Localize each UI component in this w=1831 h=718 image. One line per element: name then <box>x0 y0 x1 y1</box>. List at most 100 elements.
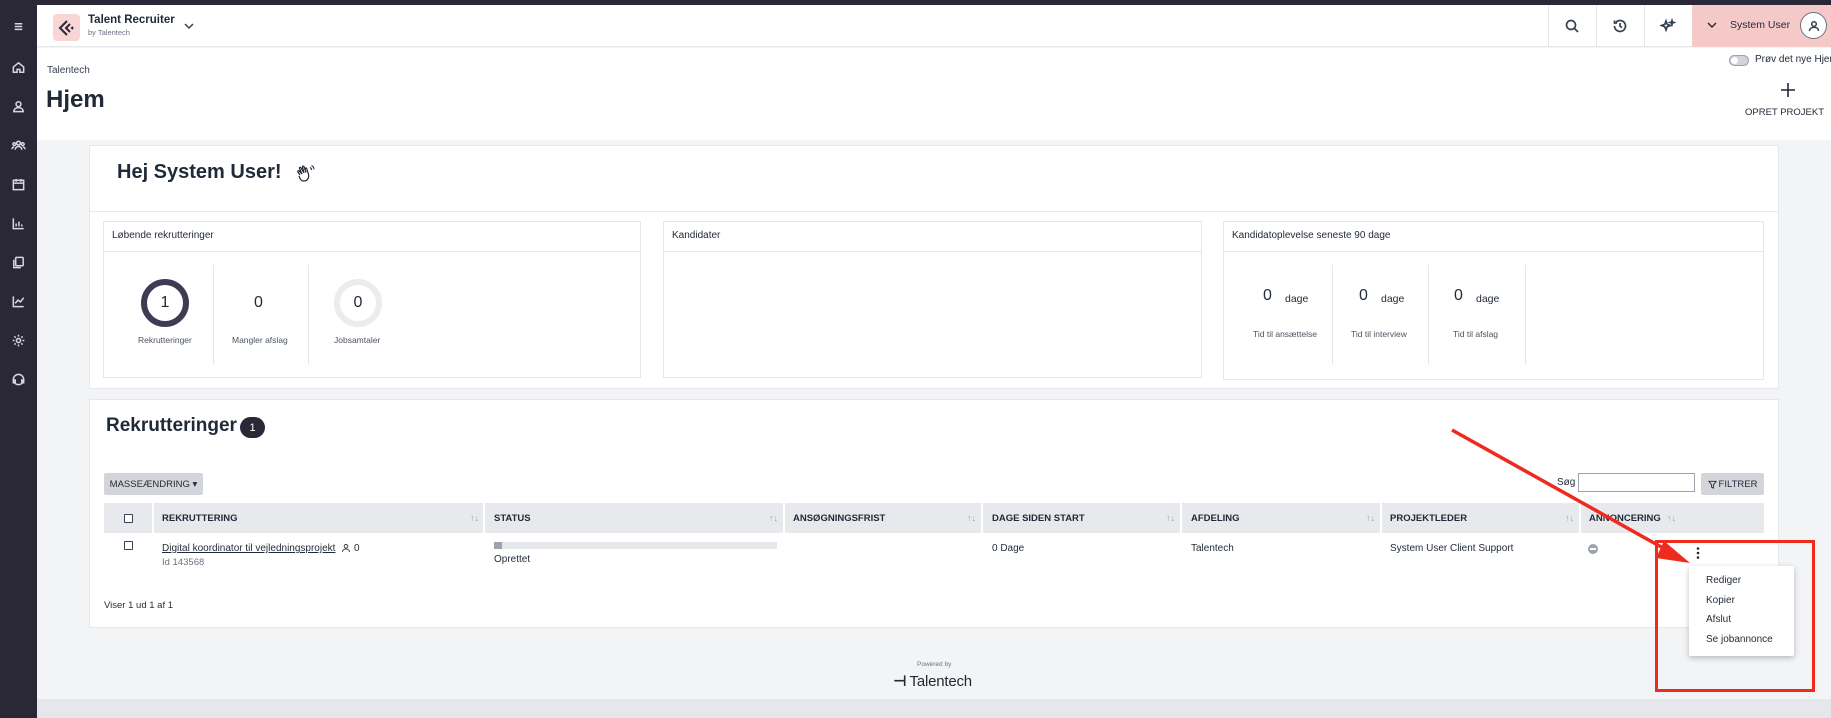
divider <box>1596 5 1597 47</box>
filter-label: FILTRER <box>1718 478 1758 490</box>
sidebar <box>0 5 37 718</box>
missing-rejection-label: Mangler afslag <box>232 335 288 345</box>
column-divider <box>1380 503 1382 533</box>
recruitments-label: Rekrutteringer <box>138 335 192 345</box>
settings-icon[interactable] <box>8 330 28 350</box>
annotation-highlight-box <box>1655 540 1815 692</box>
top-bar: Talent Recruiter by Talentech System Use… <box>37 5 1831 47</box>
divider <box>1332 265 1333 365</box>
app-name: Talent Recruiter <box>88 14 175 26</box>
divider <box>90 211 1778 212</box>
sparkle-icon[interactable] <box>1657 15 1679 37</box>
chart-icon[interactable] <box>8 213 28 233</box>
create-project-button[interactable]: OPRET PROJEKT <box>1745 107 1824 118</box>
new-home-toggle[interactable] <box>1729 55 1749 66</box>
filter-button[interactable]: FILTRER <box>1701 473 1764 495</box>
recruitment-id: Id 143568 <box>162 557 205 568</box>
greeting: Hej System User! <box>117 161 282 183</box>
divider <box>104 251 640 252</box>
sort-icon[interactable]: ↑↓ <box>470 513 479 523</box>
search-input[interactable] <box>1578 473 1695 492</box>
person-icon[interactable] <box>8 96 28 116</box>
powered-by-label: Powered by <box>917 661 952 668</box>
advertising-status-icon <box>1588 544 1598 554</box>
sort-icon[interactable]: ↑↓ <box>1166 513 1175 523</box>
panel-title: Kandidatoplevelse seneste 90 dage <box>1232 230 1391 241</box>
project-manager-cell: System User Client Support <box>1390 543 1514 554</box>
home-icon[interactable] <box>8 57 28 77</box>
chevron-down-icon <box>1707 22 1717 28</box>
divider <box>1548 5 1549 47</box>
divider <box>1525 265 1526 365</box>
group-icon[interactable] <box>8 135 28 155</box>
recruitments-ring[interactable]: 1 <box>141 279 189 327</box>
sort-icon[interactable]: ↑↓ <box>1667 513 1676 523</box>
calendar-icon[interactable] <box>8 174 28 194</box>
time-to-rejection-unit: dage <box>1476 293 1500 305</box>
sort-icon[interactable]: ↑↓ <box>1565 513 1574 523</box>
history-icon[interactable] <box>1609 15 1631 37</box>
chevron-down-icon[interactable] <box>182 19 196 33</box>
time-to-hire-label: Tid til ansættelse <box>1253 329 1317 339</box>
recruitments-count-badge: 1 <box>240 417 265 438</box>
sort-icon[interactable]: ↑↓ <box>967 513 976 523</box>
column-divider <box>1180 503 1182 533</box>
column-divider <box>783 503 785 533</box>
time-to-interview-label: Tid til interview <box>1351 329 1407 339</box>
search-label: Søg <box>1557 477 1576 488</box>
interviews-value: 0 <box>353 294 363 311</box>
support-icon[interactable] <box>8 369 28 389</box>
breadcrumb[interactable]: Talentech <box>47 65 90 76</box>
divider <box>1428 265 1429 365</box>
panel-title: Kandidater <box>672 230 721 241</box>
user-menu[interactable]: System User <box>1692 5 1831 47</box>
column-header-days-since-start[interactable]: DAGE SIDEN START <box>992 513 1085 524</box>
ongoing-recruitments-panel: Løbende rekrutteringer 1 Rekrutteringer … <box>103 221 641 378</box>
column-header-department[interactable]: AFDELING <box>1191 513 1240 524</box>
recruitments-value: 1 <box>160 294 170 311</box>
panel-title: Løbende rekrutteringer <box>112 230 214 241</box>
menu-icon[interactable] <box>8 16 28 36</box>
app-subtitle: by Talentech <box>88 28 130 37</box>
missing-rejection-value[interactable]: 0 <box>254 294 263 312</box>
candidates-panel: Kandidater <box>663 221 1202 378</box>
sort-icon[interactable]: ↑↓ <box>1366 513 1375 523</box>
brand-name: Talentech <box>909 672 973 690</box>
mass-edit-button[interactable]: MASSEÆNDRING ▾ <box>104 473 203 495</box>
column-divider <box>981 503 983 533</box>
user-name: System User <box>1730 19 1791 31</box>
time-to-rejection-value: 0 <box>1454 287 1463 304</box>
column-header-status[interactable]: STATUS <box>494 513 531 524</box>
select-all-checkbox[interactable] <box>124 514 133 523</box>
column-divider <box>483 503 485 533</box>
plus-icon[interactable] <box>1780 82 1796 98</box>
column-header-advertising[interactable]: ANNONCERING <box>1589 513 1661 524</box>
department-cell: Talentech <box>1191 543 1234 554</box>
divider <box>1224 251 1763 252</box>
candidate-icon <box>342 544 350 553</box>
talentech-logo: ⊣ Talentech <box>893 672 973 691</box>
talentech-mark-icon: ⊣ <box>893 673 907 690</box>
column-header-recruitment[interactable]: REKRUTTERING <box>162 513 237 524</box>
search-icon[interactable] <box>1561 15 1583 37</box>
time-to-rejection-label: Tid til afslag <box>1453 329 1499 339</box>
bottom-strip <box>37 699 1831 718</box>
column-header-project-manager[interactable]: PROJEKTLEDER <box>1390 513 1467 524</box>
analytics-icon[interactable] <box>8 291 28 311</box>
recruitment-link[interactable]: Digital koordinator til vejledningsproje… <box>162 543 335 554</box>
documents-icon[interactable] <box>8 252 28 272</box>
time-to-hire-value: 0 <box>1263 287 1272 304</box>
interviews-ring[interactable]: 0 <box>334 279 382 327</box>
candidate-experience-panel: Kandidatoplevelse seneste 90 dage 0 dage… <box>1223 221 1764 380</box>
divider <box>308 265 309 365</box>
divider <box>664 251 1201 252</box>
status-text: Oprettet <box>494 554 531 565</box>
column-divider <box>152 503 154 533</box>
sort-icon[interactable]: ↑↓ <box>769 513 778 523</box>
time-to-interview-unit: dage <box>1381 293 1405 305</box>
column-header-application-deadline[interactable]: ANSØGNINGSFRIST <box>793 513 885 524</box>
talent-recruiter-logo[interactable] <box>53 14 80 41</box>
interviews-label: Jobsamtaler <box>334 335 381 345</box>
row-checkbox[interactable] <box>124 541 133 550</box>
page-title: Hjem <box>46 86 105 113</box>
